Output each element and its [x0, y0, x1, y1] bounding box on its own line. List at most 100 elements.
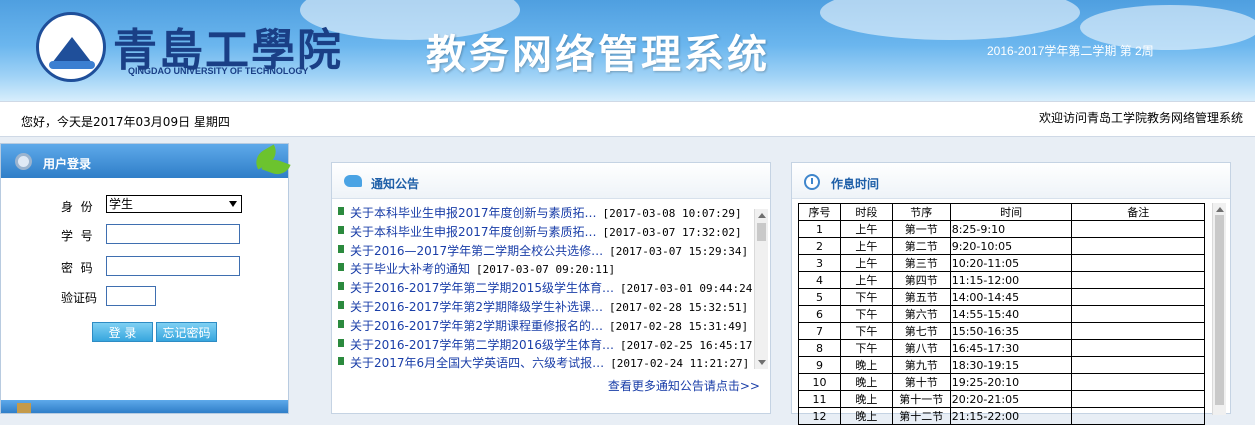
- notice-title-text: 关于本科毕业生申报2017年度创新与素质拓…: [350, 206, 597, 220]
- schedule-cell: 第四节: [891, 271, 951, 289]
- schedule-row: 6 下午 第六节 14:55-15:40: [798, 305, 1205, 323]
- notice-title-text: 关于2016-2017学年第2学期课程重修报名的…: [350, 318, 604, 333]
- folder-icon: [17, 403, 31, 413]
- schedule-cell: [1071, 322, 1205, 340]
- notice-title-link[interactable]: 关于2017年6月全国大学英语四、六级考试报… [2017-02-24 11:21…: [350, 354, 749, 371]
- schedule-cell: 4: [798, 271, 841, 289]
- schedule-cell: 第十节: [891, 373, 951, 391]
- notice-item[interactable]: 关于2016-2017学年第二学期2015级学生体育… [2017-03-01 0…: [338, 278, 756, 297]
- schedule-cell: 7: [798, 322, 841, 340]
- schedule-cell: [1071, 407, 1205, 425]
- notice-item[interactable]: 关于2016-2017学年第二学期2016级学生体育… [2017-02-25 1…: [338, 335, 756, 354]
- notice-title-link[interactable]: 关于2016-2017学年第2学期课程重修报名的… [2017-02-28 15:…: [350, 317, 748, 334]
- identity-row: 身 份 学生: [1, 195, 290, 217]
- gear-icon: [15, 153, 32, 170]
- schedule-cell: 第七节: [891, 322, 951, 340]
- schedule-cell: 第六节: [891, 305, 951, 323]
- column-header: 序号: [798, 203, 841, 221]
- clock-icon: [804, 174, 820, 190]
- bullet-icon: [338, 207, 344, 215]
- captcha-row: 验证码: [1, 286, 290, 308]
- schedule-cell: 晚上: [839, 356, 893, 374]
- university-logo-icon: [36, 12, 106, 82]
- notice-date: [2017-03-07 15:29:34]: [609, 244, 749, 258]
- schedule-cell: 第五节: [891, 288, 951, 306]
- notice-title-text: 关于2016-2017学年第2学期降级学生补选课…: [350, 299, 604, 314]
- notice-date: [2017-03-07 09:20:11]: [476, 263, 616, 277]
- bullet-icon: [338, 338, 344, 347]
- schedule-cell: 11:15-12:00: [949, 271, 1073, 289]
- schedule-panel: 作息时间 序号 时段 节序 时间 备注 1 上午 第一节 8:25-9:10 2 上午 第二…: [791, 162, 1231, 425]
- bullet-icon: [338, 319, 344, 328]
- schedule-cell: 上午: [839, 254, 893, 272]
- more-notices-link[interactable]: 查看更多通知公告请点击>>: [608, 377, 760, 394]
- identity-select[interactable]: 学生: [106, 195, 242, 213]
- student-id-label: 学 号: [61, 229, 93, 243]
- chevron-down-icon: [229, 201, 237, 207]
- greeting-bar: 您好，今天是2017年03月09日 星期四 欢迎访问青岛工学院教务网络管理系统: [0, 101, 1255, 137]
- column-header: 节序: [891, 203, 951, 221]
- schedule-scrollbar[interactable]: [1212, 203, 1226, 415]
- notice-title-link[interactable]: 关于2016-2017学年第二学期2015级学生体育… [2017-03-01 0…: [350, 279, 756, 296]
- column-header: 时段: [839, 203, 893, 221]
- student-id-row: 学 号: [1, 224, 290, 246]
- notice-title-text: 关于本科毕业生申报2017年度创新与素质拓…: [350, 224, 597, 239]
- notice-item[interactable]: 关于2017年6月全国大学英语四、六级考试报… [2017-02-24 11:21…: [338, 353, 756, 372]
- schedule-row: 4 上午 第四节 11:15-12:00: [798, 271, 1205, 289]
- notice-title-link[interactable]: 关于毕业大补考的通知 [2017-03-07 09:20:11]: [350, 260, 615, 277]
- notice-item[interactable]: 关于本科毕业生申报2017年度创新与素质拓… [2017-03-08 10:07:…: [338, 203, 756, 222]
- captcha-input[interactable]: [106, 286, 156, 306]
- term-info: 2016-2017学年第二学期 第 2周: [987, 44, 1154, 58]
- schedule-cell: 10:20-11:05: [949, 254, 1073, 272]
- schedule-cell: [1071, 254, 1205, 272]
- scrollbar-thumb[interactable]: [1215, 215, 1224, 405]
- bullet-icon: [338, 225, 344, 234]
- schedule-cell: 晚上: [839, 390, 893, 408]
- notice-title-link[interactable]: 关于2016-2017学年第2学期降级学生补选课… [2017-02-28 15:…: [350, 298, 748, 315]
- schedule-cell: 18:30-19:15: [949, 356, 1073, 374]
- schedule-cell: 第十一节: [891, 390, 951, 408]
- schedule-cell: 下午: [839, 288, 893, 306]
- notice-item[interactable]: 关于2016—2017学年第二学期全校公共选修… [2017-03-07 15:2…: [338, 241, 756, 260]
- schedule-cell: [1071, 356, 1205, 374]
- notice-scrollbar[interactable]: [754, 209, 768, 369]
- schedule-cell: [1071, 373, 1205, 391]
- schedule-cell: 上午: [839, 237, 893, 255]
- student-id-input[interactable]: [106, 224, 240, 244]
- login-buttons-row: 登 录 忘记密码: [1, 322, 290, 344]
- captcha-label: 验证码: [61, 291, 98, 305]
- notice-title-link[interactable]: 关于本科毕业生申报2017年度创新与素质拓… [2017-03-07 17:32:…: [350, 223, 742, 240]
- bullet-icon: [338, 263, 344, 272]
- login-button[interactable]: 登 录: [92, 322, 153, 342]
- schedule-row: 12 晚上 第十二节 21:15-22:00: [798, 407, 1205, 425]
- schedule-cell: 15:50-16:35: [949, 322, 1073, 340]
- scroll-up-icon[interactable]: [1216, 207, 1224, 212]
- notice-item[interactable]: 关于2016-2017学年第2学期降级学生补选课… [2017-02-28 15:…: [338, 297, 756, 316]
- notice-title-link[interactable]: 关于本科毕业生申报2017年度创新与素质拓… [2017-03-08 10:07:…: [350, 204, 742, 221]
- login-panel-header: 用户登录: [1, 144, 288, 178]
- notice-date: [2017-02-24 11:21:27]: [610, 357, 750, 371]
- scrollbar-thumb[interactable]: [757, 223, 766, 241]
- notice-title-link[interactable]: 关于2016—2017学年第二学期全校公共选修… [2017-03-07 15:2…: [350, 242, 748, 259]
- notice-title-text: 关于2016-2017学年第二学期2016级学生体育…: [350, 337, 614, 352]
- schedule-cell: 14:55-15:40: [949, 305, 1073, 323]
- login-panel-title: 用户登录: [43, 157, 92, 171]
- scroll-down-icon[interactable]: [758, 360, 766, 365]
- notice-item[interactable]: 关于2016-2017学年第2学期课程重修报名的… [2017-02-28 15:…: [338, 316, 756, 335]
- notice-panel-header: 通知公告: [332, 163, 770, 199]
- notice-title-link[interactable]: 关于2016-2017学年第二学期2016级学生体育… [2017-02-25 1…: [350, 336, 756, 353]
- schedule-panel-header: 作息时间: [792, 163, 1230, 199]
- bullet-icon: [338, 244, 344, 253]
- password-input[interactable]: [106, 256, 240, 276]
- column-header: 备注: [1071, 203, 1205, 221]
- schedule-row: 7 下午 第七节 15:50-16:35: [798, 322, 1205, 340]
- schedule-cell: 2: [798, 237, 841, 255]
- schedule-cell: 第十二节: [891, 407, 951, 425]
- schedule-panel-title: 作息时间: [831, 177, 880, 191]
- schedule-row: 10 晚上 第十节 19:25-20:10: [798, 373, 1205, 391]
- notice-item[interactable]: 关于毕业大补考的通知 [2017-03-07 09:20:11]: [338, 259, 756, 278]
- forgot-password-button[interactable]: 忘记密码: [156, 322, 217, 342]
- schedule-cell: 14:00-14:45: [949, 288, 1073, 306]
- scroll-up-icon[interactable]: [758, 213, 766, 218]
- notice-item[interactable]: 关于本科毕业生申报2017年度创新与素质拓… [2017-03-07 17:32:…: [338, 222, 756, 241]
